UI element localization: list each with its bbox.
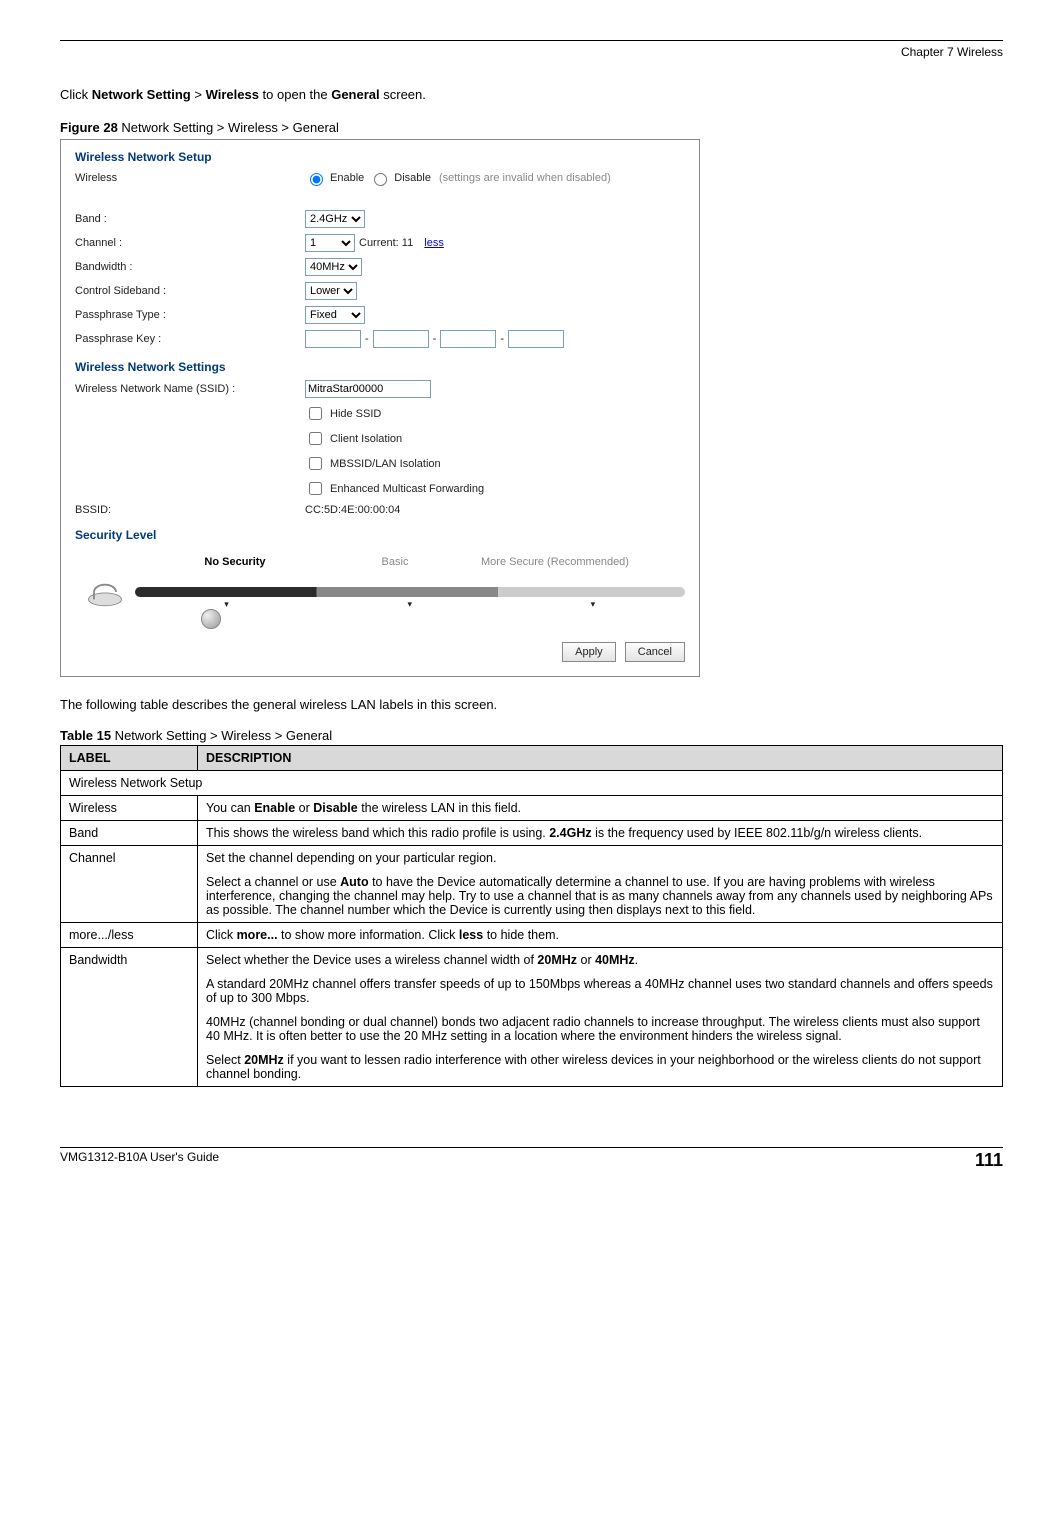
footer-page-number: 111 <box>975 1150 1003 1171</box>
table-label-cell: more.../less <box>61 923 198 948</box>
emf-label: Enhanced Multicast Forwarding <box>330 483 484 495</box>
th-description: DESCRIPTION <box>198 746 1003 771</box>
sideband-label: Control Sideband : <box>75 285 305 297</box>
table-desc-cell: This shows the wireless band which this … <box>198 821 1003 846</box>
th-label: LABEL <box>61 746 198 771</box>
table-desc-cell: Set the channel depending on your partic… <box>198 846 1003 923</box>
enable-label: Enable <box>330 172 364 184</box>
section-title-settings: Wireless Network Settings <box>75 360 685 374</box>
wireless-label: Wireless <box>75 172 305 184</box>
table-label-cell: Wireless <box>61 796 198 821</box>
table-label-cell: Bandwidth <box>61 948 198 1087</box>
apply-button[interactable]: Apply <box>562 642 616 662</box>
table-caption: Table 15 Network Setting > Wireless > Ge… <box>60 728 1003 743</box>
wireless-enable-radio[interactable] <box>310 173 323 186</box>
description-table: LABEL DESCRIPTION Wireless Network Setup… <box>60 745 1003 1087</box>
channel-current: Current: 11 <box>359 237 413 249</box>
hide-ssid-checkbox[interactable] <box>309 407 322 420</box>
wireless-disable-radio[interactable] <box>374 173 387 186</box>
cancel-button[interactable]: Cancel <box>625 642 685 662</box>
channel-label: Channel : <box>75 237 305 249</box>
band-label: Band : <box>75 213 305 225</box>
table-desc-cell: You can Enable or Disable the wireless L… <box>198 796 1003 821</box>
table-row: Wireless Network Setup <box>61 771 1003 796</box>
section-title-setup: Wireless Network Setup <box>75 150 685 164</box>
table-row: WirelessYou can Enable or Disable the wi… <box>61 796 1003 821</box>
security-slider-knob[interactable] <box>201 609 221 629</box>
footer-guide: VMG1312-B10A User's Guide <box>60 1150 219 1171</box>
bssid-label: BSSID: <box>75 504 305 516</box>
channel-less-link[interactable]: less <box>424 237 444 249</box>
table-section-cell: Wireless Network Setup <box>61 771 1003 796</box>
wireless-general-screenshot: Wireless Network Setup Wireless Enable D… <box>60 139 700 677</box>
section-title-security: Security Level <box>75 528 685 542</box>
figure-caption: Figure 28 Network Setting > Wireless > G… <box>60 120 1003 135</box>
mbssid-isolation-label: MBSSID/LAN Isolation <box>330 458 441 470</box>
table-row: BandwidthSelect whether the Device uses … <box>61 948 1003 1087</box>
pptype-select[interactable]: Fixed <box>305 306 365 324</box>
table-label-cell: Band <box>61 821 198 846</box>
ppkey-input-2[interactable] <box>373 330 429 348</box>
security-slider-track[interactable]: ▾▾▾ <box>135 587 685 597</box>
table-desc-cell: Select whether the Device uses a wireles… <box>198 948 1003 1087</box>
sec-basic-label: Basic <box>315 556 475 568</box>
ppkey-input-1[interactable] <box>305 330 361 348</box>
table-desc-cell: Click more... to show more information. … <box>198 923 1003 948</box>
chapter-title: Chapter 7 Wireless <box>60 45 1003 59</box>
sideband-select[interactable]: Lower <box>305 282 357 300</box>
bandwidth-label: Bandwidth : <box>75 261 305 273</box>
table-row: ChannelSet the channel depending on your… <box>61 846 1003 923</box>
disable-hint: (settings are invalid when disabled) <box>439 172 611 184</box>
table-label-cell: Channel <box>61 846 198 923</box>
header-rule <box>60 40 1003 41</box>
lock-open-icon <box>75 572 135 612</box>
client-isolation-checkbox[interactable] <box>309 432 322 445</box>
ssid-label: Wireless Network Name (SSID) : <box>75 383 305 395</box>
channel-select[interactable]: 1 <box>305 234 355 252</box>
emf-checkbox[interactable] <box>309 482 322 495</box>
client-isolation-label: Client Isolation <box>330 433 402 445</box>
ppkey-input-4[interactable] <box>508 330 564 348</box>
table-intro: The following table describes the genera… <box>60 697 1003 712</box>
ssid-input[interactable] <box>305 380 431 398</box>
table-row: more.../lessClick more... to show more i… <box>61 923 1003 948</box>
mbssid-isolation-checkbox[interactable] <box>309 457 322 470</box>
disable-label: Disable <box>394 172 431 184</box>
bssid-value: CC:5D:4E:00:00:04 <box>305 504 400 516</box>
hide-ssid-label: Hide SSID <box>330 408 381 420</box>
bandwidth-select[interactable]: 40MHz <box>305 258 362 276</box>
ppkey-label: Passphrase Key : <box>75 333 305 345</box>
sec-no-label: No Security <box>155 556 315 568</box>
intro-text: Click Network Setting > Wireless to open… <box>60 87 1003 102</box>
band-select[interactable]: 2.4GHz <box>305 210 365 228</box>
sec-more-label: More Secure (Recommended) <box>475 556 635 568</box>
pptype-label: Passphrase Type : <box>75 309 305 321</box>
ppkey-input-3[interactable] <box>440 330 496 348</box>
table-row: BandThis shows the wireless band which t… <box>61 821 1003 846</box>
